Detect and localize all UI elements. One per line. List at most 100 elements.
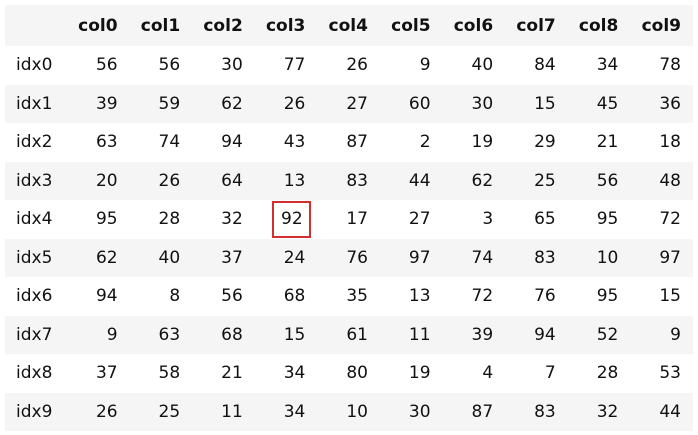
table-cell: 45 [568, 85, 631, 124]
cell-value: 29 [534, 132, 556, 153]
cell-value: 40 [471, 55, 494, 76]
cell-value: 80 [346, 363, 368, 384]
table-cell: 30 [380, 393, 443, 432]
cell-value: 95 [596, 209, 619, 230]
table-cell: 83 [505, 239, 568, 278]
table-cell: 29 [505, 123, 568, 162]
table-cell: 56 [130, 46, 193, 85]
cell-value: 61 [346, 324, 368, 345]
table-row: idx1 39 59 62 26 27 60 30 15 45 36 [5, 84, 693, 124]
table-cell: 76 [317, 239, 380, 278]
table-cell: 62 [443, 162, 506, 201]
cell-value: 53 [659, 363, 681, 384]
table-cell: 25 [505, 162, 568, 201]
table-cell: 83 [317, 162, 380, 201]
table-cell: 68 [255, 277, 318, 316]
table-cell: 39 [443, 316, 506, 355]
table-cell: 9 [630, 316, 693, 355]
table-cell: 53 [630, 354, 693, 393]
table-cell: 19 [443, 123, 506, 162]
table-cell: 21 [192, 354, 255, 393]
table-cell: 65 [505, 200, 568, 239]
cell-value: 34 [596, 55, 619, 76]
cell-value: 20 [95, 170, 118, 191]
cell-value: 87 [346, 132, 368, 153]
table-cell: 48 [630, 162, 693, 201]
table-cell: 87 [443, 393, 506, 432]
cell-value: 13 [408, 286, 431, 307]
table-cell: 80 [317, 354, 380, 393]
table-cell: 15 [505, 85, 568, 124]
column-header: col0 [78, 15, 118, 36]
cell-value: 26 [158, 170, 181, 191]
table-cell: 9 [67, 316, 130, 355]
table-cell: 95 [67, 200, 130, 239]
table-cell: 34 [255, 393, 318, 432]
cell-value: 9 [106, 324, 118, 345]
cell-value: 37 [221, 247, 243, 268]
cell-value: 43 [283, 132, 306, 153]
row-index-label: idx7 [16, 324, 53, 345]
table-cell: 25 [130, 393, 193, 432]
cell-value: 72 [659, 209, 681, 230]
cell-value: 44 [408, 170, 431, 191]
table-cell: 44 [380, 162, 443, 201]
row-index-label: idx3 [16, 170, 53, 191]
table-cell: 26 [255, 85, 318, 124]
table-cell: 94 [67, 277, 130, 316]
table-cell: 15 [630, 277, 693, 316]
table-row: idx3 20 26 64 13 83 44 62 25 56 48 [5, 161, 693, 201]
table-cell: 27 [380, 200, 443, 239]
table-cell: 40 [443, 46, 506, 85]
table-cell: 83 [505, 393, 568, 432]
cell-value: 52 [596, 324, 619, 345]
table-cell: 15 [255, 316, 318, 355]
column-header: col4 [328, 15, 368, 36]
cell-value: 56 [95, 55, 118, 76]
table-cell: 87 [317, 123, 380, 162]
cell-value: 94 [534, 324, 556, 345]
cell-value: 94 [221, 132, 243, 153]
row-index-label: idx5 [16, 247, 53, 268]
cell-value: 3 [482, 209, 494, 230]
table-cell: 24 [255, 239, 318, 278]
table-cell: 64 [192, 162, 255, 201]
table-cell: 2 [380, 123, 443, 162]
table-cell: 26 [67, 393, 130, 432]
index-corner-header [5, 5, 67, 46]
cell-value: 83 [346, 170, 368, 191]
cell-value: 68 [283, 286, 306, 307]
column-header: col6 [453, 15, 494, 36]
table-cell: 63 [67, 123, 130, 162]
cell-value: 36 [659, 93, 681, 114]
table-cell: 94 [192, 123, 255, 162]
cell-value: 15 [283, 324, 306, 345]
column-header: col7 [516, 15, 556, 36]
table-cell: 56 [67, 46, 130, 85]
cell-value: 92 [272, 200, 312, 238]
table-cell: 56 [192, 277, 255, 316]
cell-value: 25 [158, 401, 181, 422]
cell-value: 83 [534, 401, 556, 422]
table-cell: 84 [505, 46, 568, 85]
cell-value: 15 [659, 286, 681, 307]
column-header: col2 [203, 15, 243, 36]
table-cell: 44 [630, 393, 693, 432]
table-cell: 26 [130, 162, 193, 201]
cell-value: 26 [283, 93, 306, 114]
table-cell: 9 [380, 46, 443, 85]
cell-value: 60 [408, 93, 431, 114]
table-cell: 4 [443, 354, 506, 393]
table-cell: 63 [130, 316, 193, 355]
dataframe-table-container: col0 col1 col2 col3 col4 col5 col6 col7 col8 col9… [5, 5, 693, 431]
cell-value: 62 [95, 247, 118, 268]
cell-value: 7 [544, 363, 556, 384]
table-body: idx0 56 56 30 77 26 9 40 84 34 78 idx1 39 59 62 26 27 60 3… [5, 46, 693, 431]
cell-value: 10 [346, 401, 368, 422]
cell-value: 72 [471, 286, 494, 307]
column-header: col1 [140, 15, 181, 36]
table-cell: 19 [380, 354, 443, 393]
table-cell: 95 [568, 277, 631, 316]
cell-value: 4 [482, 363, 494, 384]
table-cell: 13 [380, 277, 443, 316]
